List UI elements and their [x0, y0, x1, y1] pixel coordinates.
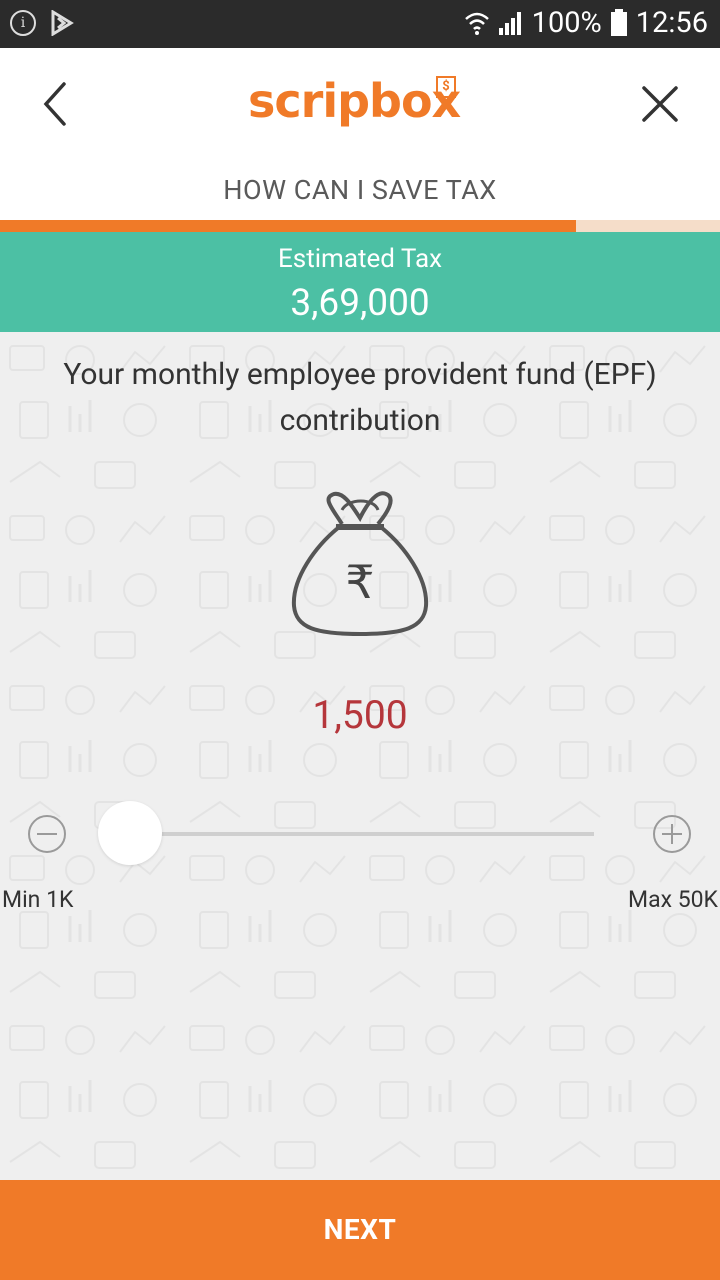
contribution-slider-track[interactable]: [130, 832, 594, 836]
battery-percent: 100%: [531, 6, 602, 40]
contribution-amount: 1,500: [312, 692, 408, 738]
minus-icon: [28, 815, 66, 853]
contribution-slider-thumb[interactable]: [98, 801, 162, 865]
app-header: scripbox $: [0, 48, 720, 160]
info-icon: i: [10, 10, 36, 36]
plus-icon: [653, 815, 691, 853]
signal-icon: [498, 12, 521, 35]
increase-button[interactable]: [652, 814, 692, 854]
progress-bar: [0, 220, 720, 232]
next-button[interactable]: NEXT: [0, 1180, 720, 1280]
battery-icon: [610, 9, 627, 36]
close-button[interactable]: [636, 80, 684, 128]
logo-badge: $: [436, 76, 456, 98]
status-bar: i 100% 12:56: [0, 0, 720, 48]
close-icon: [642, 86, 678, 122]
page-subtitle: HOW CAN I SAVE TAX: [223, 174, 497, 206]
estimated-tax-panel: Estimated Tax 3,69,000: [0, 232, 720, 332]
question-text: Your monthly employee provident fund (EP…: [63, 357, 657, 438]
play-store-icon: [51, 10, 74, 36]
clock: 12:56: [635, 6, 708, 40]
subtitle-bar: HOW CAN I SAVE TAX: [0, 160, 720, 220]
svg-text:₹: ₹: [345, 555, 374, 609]
estimated-tax-value: 3,69,000: [290, 282, 430, 325]
slider-min-label: Min 1K: [2, 886, 74, 913]
progress-fill: [0, 220, 576, 232]
back-button[interactable]: [36, 78, 76, 130]
wifi-icon: [464, 12, 489, 35]
background-pattern: [0, 332, 720, 1180]
estimated-tax-label: Estimated Tax: [278, 244, 442, 274]
logo-text: scripbox: [248, 74, 461, 128]
scripbox-logo: scripbox $: [248, 70, 468, 140]
slider-max-label: Max 50K: [628, 886, 718, 913]
decrease-button[interactable]: [27, 814, 67, 854]
back-arrow-icon: [43, 82, 66, 126]
money-bag-icon: ₹: [291, 491, 429, 637]
